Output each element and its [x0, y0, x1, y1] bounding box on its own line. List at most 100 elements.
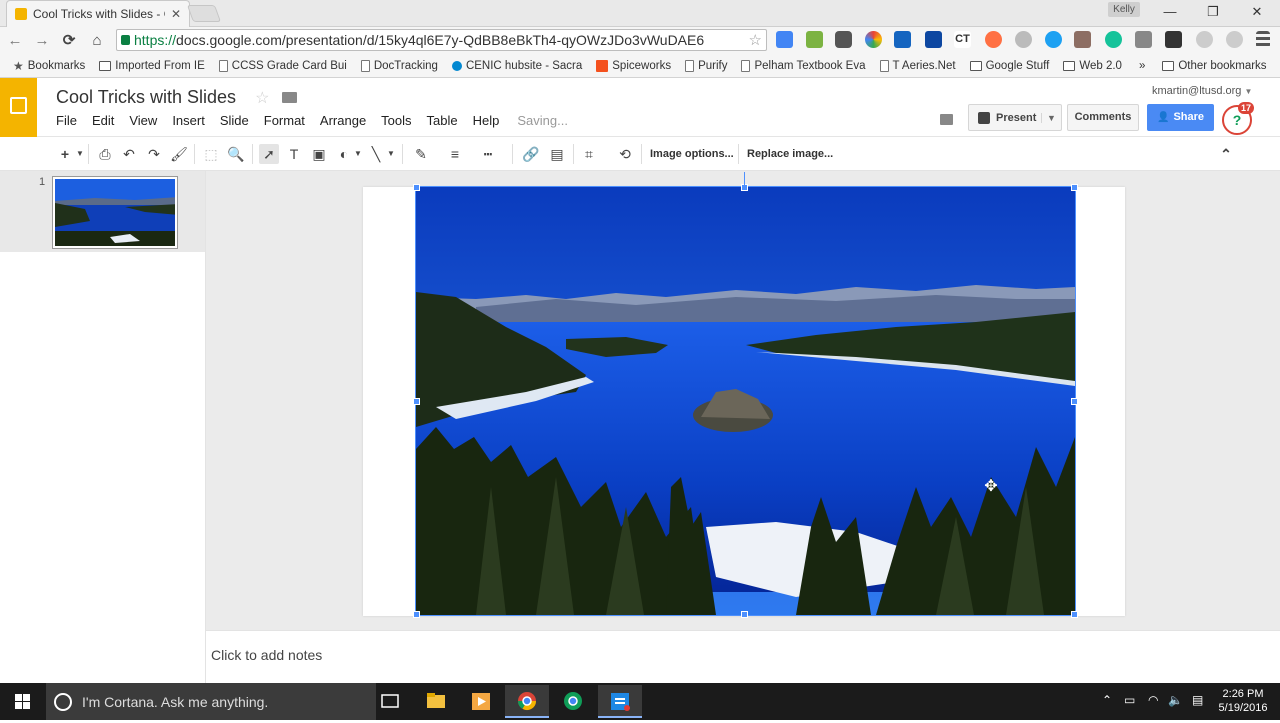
line-dropdown-icon[interactable]: ▼: [386, 144, 396, 164]
resize-handle-sw[interactable]: [413, 611, 420, 618]
shape-dropdown-icon[interactable]: ▼: [353, 144, 363, 164]
tab-close-icon[interactable]: ✕: [171, 7, 181, 21]
bookmark-item[interactable]: Google Stuff: [963, 60, 1057, 72]
extension-s-icon[interactable]: [925, 31, 942, 48]
bookmark-item[interactable]: Spiceworks: [589, 59, 678, 72]
menu-format[interactable]: Format: [264, 113, 305, 128]
wifi-icon[interactable]: ◠: [1148, 693, 1158, 707]
action-center-icon[interactable]: ▤: [1192, 693, 1203, 707]
extension-color-icon[interactable]: [865, 31, 882, 48]
extension-megaphone-icon[interactable]: [894, 31, 911, 48]
resize-handle-n[interactable]: [741, 184, 748, 191]
bookmark-item[interactable]: Pelham Textbook Eva: [734, 59, 872, 72]
address-bar[interactable]: https://docs.google.com/presentation/d/1…: [116, 29, 767, 51]
extension-circle-icon[interactable]: [1196, 31, 1213, 48]
undo-button[interactable]: ↶: [119, 144, 139, 164]
print-button[interactable]: ⎙: [95, 144, 115, 164]
bookmark-item[interactable]: Imported From IE: [92, 60, 211, 72]
system-clock[interactable]: 2:26 PM 5/19/2016: [1212, 687, 1274, 715]
screencast-taskbar-button[interactable]: [598, 685, 642, 718]
present-dropdown-icon[interactable]: ▼: [1041, 112, 1061, 123]
home-button[interactable]: ⌂: [86, 31, 108, 51]
shape-button[interactable]: ◐: [334, 144, 354, 164]
bookmark-item[interactable]: T Aeries.Net: [873, 59, 963, 72]
bookmark-star-icon[interactable]: ☆: [749, 31, 766, 49]
profile-badge[interactable]: Kelly: [1108, 2, 1140, 17]
image-button[interactable]: ▣: [309, 144, 329, 164]
resize-handle-nw[interactable]: [413, 184, 420, 191]
reset-image-button[interactable]: ⟲: [615, 144, 635, 164]
minimize-button[interactable]: —: [1155, 4, 1185, 20]
menu-help[interactable]: Help: [473, 113, 500, 128]
menu-edit[interactable]: Edit: [92, 113, 114, 128]
extension-screencast-icon[interactable]: [776, 31, 793, 48]
chrome-taskbar-button[interactable]: [505, 685, 549, 718]
bookmarks-overflow-button[interactable]: »: [1129, 60, 1155, 72]
volume-icon[interactable]: 🔈: [1168, 693, 1183, 707]
menu-file[interactable]: File: [56, 113, 77, 128]
selected-lake-image[interactable]: [415, 186, 1076, 616]
new-slide-button[interactable]: +: [55, 144, 75, 164]
image-options-button[interactable]: Image options...: [650, 144, 734, 164]
line-button[interactable]: ╲: [366, 144, 386, 164]
extension-flag-icon[interactable]: [1165, 31, 1182, 48]
extension-grey-icon[interactable]: [1015, 31, 1032, 48]
extension-hand-icon[interactable]: [1074, 31, 1091, 48]
extension-grammarly-icon[interactable]: [1105, 31, 1122, 48]
bookmark-item[interactable]: Purify: [678, 59, 734, 72]
present-button[interactable]: Present ▼: [968, 104, 1062, 131]
bookmark-item[interactable]: ★ Bookmarks: [6, 59, 92, 73]
chrome-menu-icon[interactable]: [1256, 31, 1270, 48]
menu-arrange[interactable]: Arrange: [320, 113, 366, 128]
task-view-button[interactable]: [368, 685, 412, 718]
extension-puzzle-icon[interactable]: [1135, 31, 1152, 48]
start-button[interactable]: [0, 683, 46, 720]
border-dash-button[interactable]: ┅: [478, 144, 498, 164]
slides-home-logo[interactable]: [0, 78, 37, 137]
document-title[interactable]: Cool Tricks with Slides ☆: [56, 87, 298, 108]
bookmark-item[interactable]: CENIC hubsite - Sacra: [445, 60, 589, 72]
extension-pocket-icon[interactable]: [835, 31, 852, 48]
crop-button[interactable]: ⌗: [579, 144, 599, 164]
border-color-button[interactable]: ✎: [411, 144, 431, 164]
text-box-button[interactable]: T: [284, 144, 304, 164]
new-tab-button[interactable]: [186, 5, 222, 22]
menu-tools[interactable]: Tools: [381, 113, 411, 128]
zoom-fit-button[interactable]: ⬚: [201, 144, 221, 164]
resize-handle-w[interactable]: [413, 398, 420, 405]
file-explorer-button[interactable]: [414, 685, 458, 718]
speaker-notes[interactable]: Click to add notes: [206, 630, 1280, 683]
extension-twitter-icon[interactable]: [1045, 31, 1062, 48]
close-window-button[interactable]: ✕: [1242, 4, 1272, 20]
share-button[interactable]: 👤 Share: [1147, 104, 1214, 131]
new-slide-dropdown-icon[interactable]: ▼: [75, 144, 85, 164]
resize-handle-ne[interactable]: [1071, 184, 1078, 191]
select-tool-button[interactable]: ➚: [259, 144, 279, 164]
bookmark-item[interactable]: Web 2.0: [1056, 60, 1129, 72]
back-button[interactable]: ←: [4, 31, 26, 51]
show-hidden-icons[interactable]: ⌃: [1102, 693, 1112, 707]
browser-tab[interactable]: Cool Tricks with Slides - G ✕: [6, 0, 190, 27]
slide-thumbnail[interactable]: [52, 176, 178, 249]
extension-ct-icon[interactable]: CT: [954, 31, 971, 48]
menu-table[interactable]: Table: [427, 113, 458, 128]
menu-insert[interactable]: Insert: [172, 113, 205, 128]
other-bookmarks[interactable]: Other bookmarks: [1155, 60, 1273, 72]
menu-slide[interactable]: Slide: [220, 113, 249, 128]
border-weight-button[interactable]: ≡: [445, 144, 465, 164]
forward-button[interactable]: →: [31, 31, 53, 51]
collapse-toolbar-icon[interactable]: ⌃: [1216, 144, 1236, 164]
resize-handle-s[interactable]: [741, 611, 748, 618]
media-app-button[interactable]: [459, 685, 503, 718]
cortana-search[interactable]: I'm Cortana. Ask me anything.: [46, 683, 376, 720]
resize-handle-e[interactable]: [1071, 398, 1078, 405]
account-email[interactable]: kmartin@ltusd.org ▼: [1152, 85, 1252, 97]
extension-orange-icon[interactable]: [985, 31, 1002, 48]
extension-download-icon[interactable]: [806, 31, 823, 48]
star-document-icon[interactable]: ☆: [255, 90, 269, 107]
paint-format-button[interactable]: 🖌: [169, 144, 189, 164]
bookmark-item[interactable]: CCSS Grade Card Bui: [212, 59, 354, 72]
bookmark-item[interactable]: DocTracking: [354, 59, 445, 72]
extension-cloud-icon[interactable]: [1226, 31, 1243, 48]
move-to-folder-icon[interactable]: [282, 92, 298, 103]
